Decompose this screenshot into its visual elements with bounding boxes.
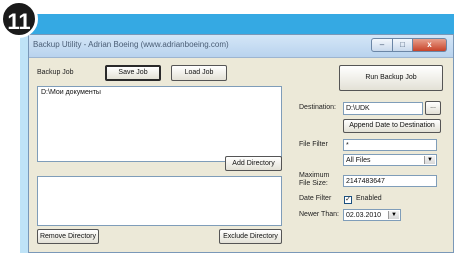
newer-than-date-picker[interactable]: 02.03.2010 ▼ bbox=[343, 209, 401, 221]
chevron-down-icon[interactable]: ▼ bbox=[424, 156, 435, 164]
file-filter-label: File Filter bbox=[299, 141, 328, 148]
max-file-size-input[interactable]: 2147483647 bbox=[343, 175, 437, 187]
max-file-size-value: 2147483647 bbox=[346, 178, 385, 185]
exclude-directory-button[interactable]: Exclude Directory bbox=[219, 229, 282, 244]
run-backup-job-button[interactable]: Run Backup Job bbox=[339, 65, 443, 91]
directory-list[interactable]: D:\Мои документы bbox=[37, 86, 282, 162]
max-file-size-label-line1: Maximum bbox=[299, 172, 330, 179]
backup-utility-window: Backup Utility - Adrian Boeing (www.adri… bbox=[28, 34, 454, 253]
load-job-button[interactable]: Load Job bbox=[171, 65, 227, 81]
minimize-button[interactable]: – bbox=[371, 38, 393, 52]
destination-input[interactable]: D:\UDK bbox=[343, 102, 423, 115]
browse-destination-button[interactable]: ... bbox=[425, 101, 441, 115]
newer-than-value: 02.03.2010 bbox=[346, 212, 382, 219]
chevron-down-icon[interactable]: ▼ bbox=[388, 211, 399, 219]
window-controls: – □ x bbox=[371, 38, 447, 52]
window-title: Backup Utility - Adrian Boeing (www.adri… bbox=[33, 40, 229, 49]
destination-label: Destination: bbox=[299, 104, 336, 111]
directory-list-item[interactable]: D:\Мои документы bbox=[41, 89, 101, 96]
file-type-selected: All Files bbox=[346, 157, 371, 164]
append-date-button[interactable]: Append Date to Destination bbox=[343, 119, 441, 133]
file-filter-value: * bbox=[346, 142, 349, 149]
accent-stripe bbox=[20, 14, 454, 34]
step-number-badge: 11 bbox=[0, 0, 38, 38]
destination-value: D:\UDK bbox=[346, 105, 370, 112]
enabled-label: Enabled bbox=[356, 195, 382, 202]
add-directory-button[interactable]: Add Directory bbox=[225, 156, 282, 171]
file-type-select[interactable]: All Files ▼ bbox=[343, 154, 437, 166]
backup-job-label: Backup Job bbox=[37, 69, 74, 76]
close-button[interactable]: x bbox=[413, 38, 447, 52]
max-file-size-label: Maximum File Size: bbox=[299, 172, 329, 188]
date-filter-checkbox[interactable]: ✓ bbox=[344, 196, 352, 204]
title-bar[interactable]: Backup Utility - Adrian Boeing (www.adri… bbox=[29, 35, 453, 58]
remove-directory-button[interactable]: Remove Directory bbox=[37, 229, 99, 244]
top-banner bbox=[0, 0, 454, 36]
maximize-button[interactable]: □ bbox=[393, 38, 413, 52]
exclude-list[interactable] bbox=[37, 176, 282, 226]
max-file-size-label-line2: File Size: bbox=[299, 180, 328, 187]
save-job-button[interactable]: Save Job bbox=[105, 65, 161, 81]
newer-than-label: Newer Than: bbox=[299, 211, 339, 218]
file-filter-input[interactable]: * bbox=[343, 139, 437, 151]
date-filter-label: Date Filter bbox=[299, 195, 332, 202]
